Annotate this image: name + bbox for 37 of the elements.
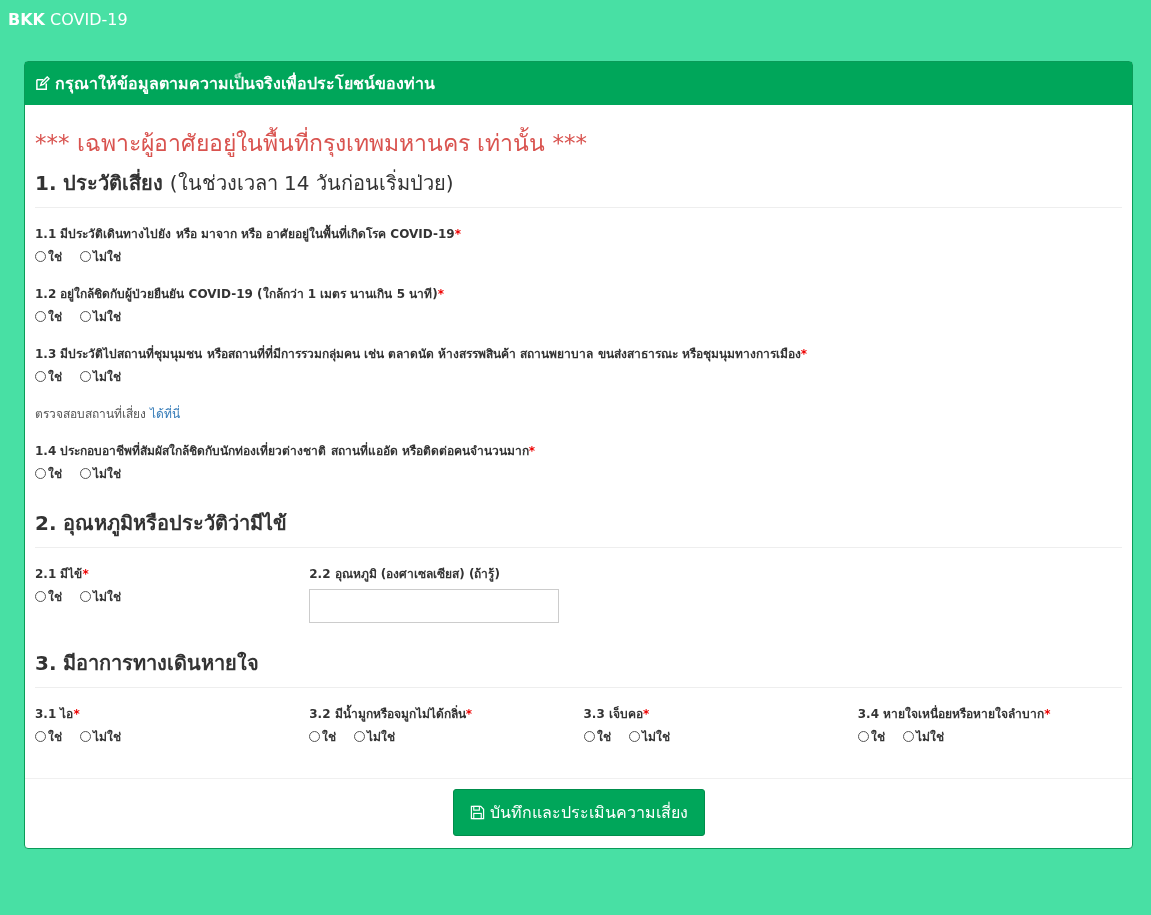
- radio-option[interactable]: ไม่ใช่: [902, 727, 944, 746]
- radio-option[interactable]: ไม่ใช่: [80, 727, 121, 746]
- radio-option[interactable]: ไม่ใช่: [80, 367, 121, 386]
- radio-option[interactable]: ไม่ใช่: [80, 464, 121, 483]
- radio-option[interactable]: ใช่: [35, 367, 62, 386]
- question-label: 1.3 มีประวัติไปสถานที่ชุมนุมชน หรือสถานที่ที่มีการรวมกลุ่มคน เช่น ตลาดนัด ห้างสรรพสินค้า สถานพยาบาล ขนส่งสาธารณะ หรือชุมนุมทางการเมือง*: [35, 344, 808, 363]
- question-label: 2.1 มีไข้*: [35, 566, 90, 583]
- temperature-field[interactable]: [309, 589, 560, 623]
- radio-option[interactable]: ไม่ใช่: [80, 247, 121, 266]
- section-title: 3. มีอาการทางเดินหายใจ: [35, 650, 261, 677]
- radio-option[interactable]: ใช่: [35, 587, 62, 606]
- edit-icon: [35, 76, 50, 91]
- radio-option[interactable]: ไม่ใช่: [354, 727, 396, 746]
- note-text: ตรวจสอบสถานที่เสี่ยง: [35, 407, 146, 421]
- section-title: 1. ประวัติเสี่ยง (ในช่วงเวลา 14 วันก่อนเริ่มป่วย): [35, 168, 455, 197]
- radio-option[interactable]: ใช่: [35, 727, 62, 746]
- radio-option[interactable]: ใช่: [35, 247, 62, 266]
- radio-option[interactable]: ใช่: [35, 307, 62, 326]
- notice-text: *** เฉพาะผู้อาศัยอยู่ในพื้นที่กรุงเทพมหานคร เท่านั้น ***: [35, 125, 1122, 161]
- question-label: 1.4 ประกอบอาชีพที่สัมผัสใกล้ชิดกับนักท่องเที่ยวต่างชาติ สถานที่แออัด หรือติดต่อคนจำนวนมาก*: [35, 441, 537, 460]
- radio-option[interactable]: ไม่ใช่: [80, 587, 121, 606]
- radio-option[interactable]: ไม่ใช่: [80, 307, 121, 326]
- radio-option[interactable]: ไม่ใช่: [628, 727, 670, 746]
- question-label: 3.1 ไอ*: [35, 706, 81, 723]
- section-title: 2. อุณหภูมิหรือประวัติว่ามีไข้: [35, 510, 289, 539]
- question-label: 1.2 อยู่ใกล้ชิดกับผู้ป่วยยืนยัน COVID-19 (ใกล้กว่า 1 เมตร นานเกิน 5 นาที)*: [35, 285, 445, 303]
- question-label: 2.2 อุณหภูมิ (องศาเซลเซียส) (ถ้ารู้): [309, 566, 501, 583]
- panel-title: กรุณาให้ข้อมูลตามความเป็นจริงเพื่อประโยชน์ของท่าน: [55, 71, 435, 96]
- question-label: 3.3 เจ็บคอ*: [583, 705, 651, 723]
- question-label: 1.1 มีประวัติเดินทางไปยัง หรือ มาจาก หรือ อาศัยอยู่ในพื้นที่เกิดโรค COVID-19*: [35, 224, 1122, 243]
- radio-option[interactable]: ใช่: [35, 464, 62, 483]
- radio-option[interactable]: ใช่: [857, 727, 885, 746]
- radio-option[interactable]: ใช่: [309, 727, 337, 746]
- question-label: 3.4 หายใจเหนื่อยหรือหายใจลำบาก*: [857, 704, 1052, 723]
- here-link[interactable]: ได้ที่นี่: [149, 407, 180, 421]
- radio-option[interactable]: ใช่: [583, 727, 611, 746]
- question-label: 3.2 มีน้ำมูกหรือจมูกไม่ได้กลิ่น*: [309, 704, 574, 723]
